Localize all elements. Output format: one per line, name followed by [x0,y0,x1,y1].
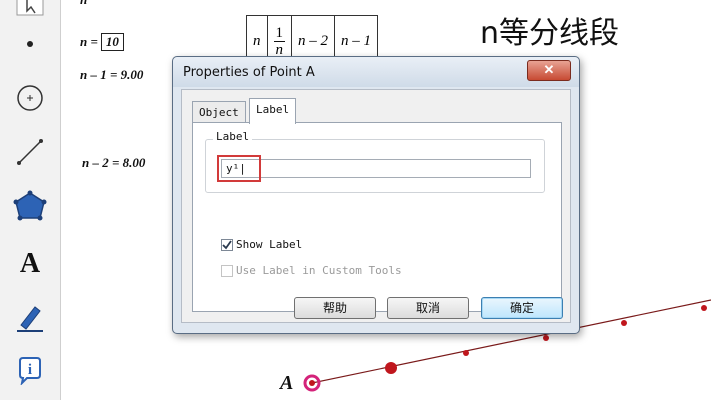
checkmark-icon [222,239,232,249]
division-point[interactable] [463,350,469,356]
marker-icon[interactable] [6,296,54,336]
n-symbol-label: n [80,0,87,8]
label-text-input[interactable] [221,159,531,178]
label-tab-panel: Label Show Label Use Label in Custom Too… [192,122,562,312]
help-button[interactable]: 帮助 [294,297,376,319]
label-group-title: Label [213,130,253,143]
arrow-select-icon[interactable] [6,0,54,24]
division-point[interactable] [543,335,549,341]
point-icon[interactable] [6,24,54,64]
point-a-label[interactable]: A [280,372,293,395]
svg-text:i: i [28,362,32,378]
n-minus-2-calc[interactable]: n – 2 = 8.00 [82,155,145,171]
dialog-titlebar[interactable]: Properties of Point A ✕ [173,57,579,87]
dialog-body: Object Label Label Show Label Use Label … [181,89,571,323]
ok-button[interactable]: 确定 [481,297,563,319]
cancel-button[interactable]: 取消 [387,297,469,319]
use-label-custom-text: Use Label in Custom Tools [236,264,402,277]
tab-object[interactable]: Object [192,101,246,123]
info-icon[interactable]: i [6,350,54,390]
close-button[interactable]: ✕ [527,60,571,81]
division-point[interactable] [621,320,627,326]
show-label-checkbox[interactable] [221,238,233,251]
input-highlight-box [217,155,261,182]
n-parameter-label: n = [80,34,98,49]
close-icon: ✕ [543,62,555,77]
n-minus-1-calc[interactable]: n – 1 = 9.00 [80,67,143,83]
use-label-custom-option: Use Label in Custom Tools [221,264,402,277]
n-parameter[interactable]: n = 10 [80,33,124,51]
use-label-custom-checkbox [221,264,233,277]
toolbox: A i [0,0,61,400]
polygon-icon[interactable] [6,186,54,226]
fraction-numerator: 1 [273,24,285,42]
show-label-option[interactable]: Show Label [221,238,302,251]
tab-label[interactable]: Label [249,98,297,124]
division-point-large[interactable] [385,362,397,374]
text-icon[interactable]: A [6,244,54,284]
compass-circle-icon[interactable] [6,78,54,118]
straightedge-icon[interactable] [6,132,54,172]
properties-dialog: Properties of Point A ✕ Object Label Lab… [172,56,580,334]
n-parameter-value[interactable]: 10 [100,33,124,51]
show-label-text: Show Label [236,238,303,251]
page-title: n等分线段 [480,16,620,51]
division-point[interactable] [701,305,707,311]
point-a[interactable] [309,380,315,386]
dialog-title: Properties of Point A [183,65,315,80]
